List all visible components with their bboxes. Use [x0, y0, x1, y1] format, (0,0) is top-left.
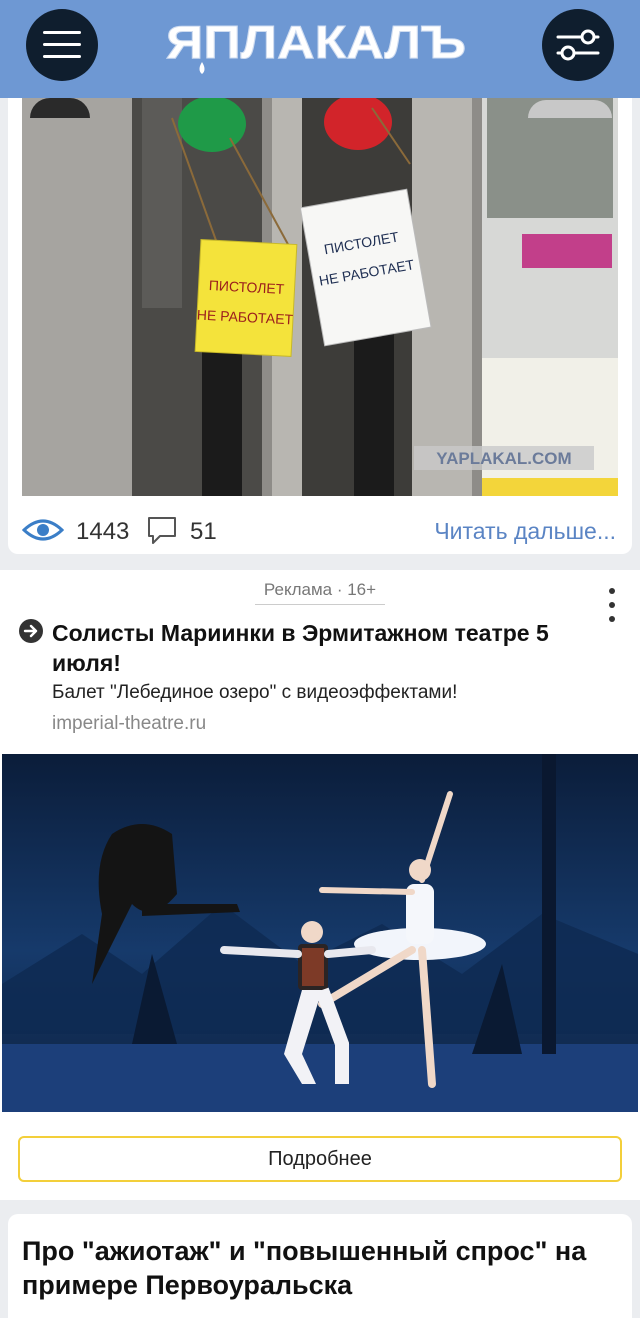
comments-count[interactable]: 51	[190, 518, 217, 546]
views-count: 1443	[76, 518, 130, 545]
ad-more-button[interactable]: Подробнее	[18, 1136, 622, 1182]
eye-icon	[22, 519, 64, 541]
ad-domain[interactable]: imperial-theatre.ru	[52, 713, 206, 735]
post-image[interactable]: ПИСТОЛЕТ НЕ РАБОТАЕТ ПИСТОЛЕТ НЕ РАБОТАЕ…	[22, 98, 618, 496]
comment-icon[interactable]	[146, 514, 178, 546]
post-meta: 1443 51 Читать дальше...	[8, 508, 632, 554]
author-avatar[interactable]	[30, 98, 90, 118]
site-logo[interactable]: ЯПЛАКАЛЪ	[166, 14, 476, 74]
next-post-title[interactable]: Про "ажиотаж" и "повышенный спрос" на пр…	[22, 1234, 622, 1302]
top-header: ЯПЛАКАЛЪ	[0, 0, 640, 98]
arrow-right-circle-icon	[19, 619, 43, 643]
menu-button[interactable]	[26, 9, 98, 81]
watermark: YAPLAKAL.COM	[436, 449, 571, 468]
filter-button[interactable]	[542, 9, 614, 81]
ad-options-button[interactable]	[600, 586, 624, 626]
read-more-link[interactable]: Читать дальше...	[434, 518, 616, 545]
ad-image[interactable]	[2, 754, 638, 1112]
ad-label-underline	[255, 604, 385, 605]
hamburger-icon	[43, 31, 81, 58]
sliders-icon	[556, 29, 600, 61]
ad-label: Реклама · 16+	[263, 580, 377, 599]
post-badge	[528, 100, 612, 118]
ad-block: Реклама · 16+ Солисты Мариинки в Эрмитаж…	[0, 570, 640, 1200]
next-post-card: Про "ажиотаж" и "повышенный спрос" на пр…	[8, 1214, 632, 1318]
logo-text: ЯПЛАКАЛЪ	[166, 16, 466, 68]
ad-title[interactable]: Солисты Мариинки в Эрмитажном театре 5 и…	[52, 618, 592, 678]
ad-description: Балет "Лебединое озеро" с видеоэффектами…	[52, 682, 458, 703]
